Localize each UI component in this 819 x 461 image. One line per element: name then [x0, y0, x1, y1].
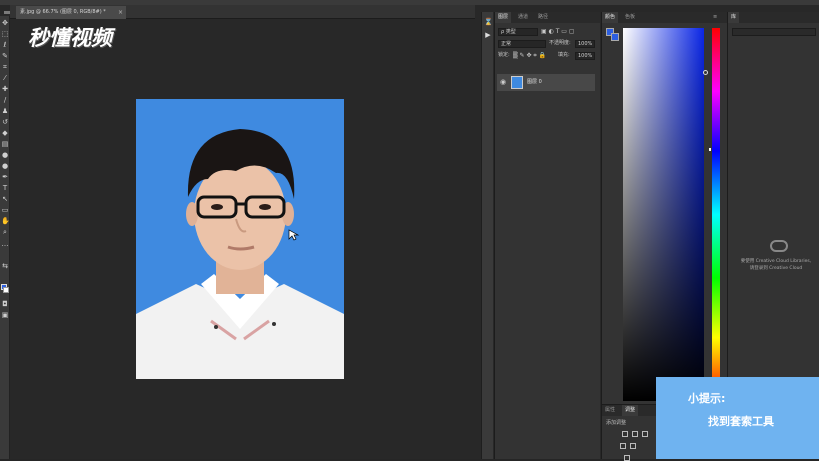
- lasso-tool-icon[interactable]: ℓ: [1, 41, 9, 49]
- creative-cloud-icon: [770, 240, 788, 252]
- history-brush-tool-icon[interactable]: ↺: [1, 118, 9, 126]
- lasso-cursor-icon: [288, 229, 300, 241]
- photoshop-window: ✥ ⬚ ℓ ✎ ⌗ ⁄ ✚ / ♟ ↺ ◆ ▤ ● ● ✒ T ↖ ▭ ✋ ⌕ …: [0, 0, 819, 461]
- marquee-tool-icon[interactable]: ⬚: [1, 30, 9, 38]
- opacity-label: 不透明度:: [549, 40, 571, 46]
- tip-title: 小提示:: [688, 392, 726, 405]
- eyedropper-tool-icon[interactable]: ⁄: [1, 74, 9, 82]
- portrait-image: [136, 99, 344, 379]
- invert-icon[interactable]: [624, 455, 630, 461]
- library-signin-message: 要使用 Creative Cloud Libraries, 请登录到 Creat…: [734, 258, 818, 272]
- layers-panel-tabs: 图层 通道 路径: [495, 12, 600, 23]
- layer-name[interactable]: 图层 0: [527, 78, 542, 85]
- hand-tool-icon[interactable]: ✋: [1, 217, 10, 225]
- blend-mode-select[interactable]: 正常: [498, 40, 546, 48]
- path-select-tool-icon[interactable]: ↖: [1, 195, 9, 203]
- watermark-logo: 秒懂视频: [28, 26, 112, 50]
- hue-saturation-icon[interactable]: [620, 443, 626, 449]
- stamp-tool-icon[interactable]: ♟: [1, 107, 9, 115]
- brightness-icon[interactable]: [622, 431, 628, 437]
- quick-mask-icon[interactable]: ◘: [1, 300, 9, 308]
- close-icon[interactable]: ×: [118, 6, 123, 19]
- tip-body: 找到套索工具: [708, 415, 774, 428]
- eraser-tool-icon[interactable]: ◆: [1, 129, 9, 137]
- tools-panel: ✥ ⬚ ℓ ✎ ⌗ ⁄ ✚ / ♟ ↺ ◆ ▤ ● ● ✒ T ↖ ▭ ✋ ⌕ …: [0, 16, 10, 459]
- document-tab-bar: 素.jpg @ 66.7% (图层 0, RGB/8#) * ×: [10, 5, 475, 19]
- zoom-tool-icon[interactable]: ⌕: [1, 228, 9, 236]
- tab-libraries[interactable]: 库: [728, 12, 740, 23]
- library-panel-tabs: 库: [728, 12, 819, 23]
- history-icon[interactable]: ⌛: [484, 18, 493, 26]
- move-tool-icon[interactable]: ✥: [1, 19, 9, 27]
- fill-label: 填充:: [558, 52, 570, 58]
- tab-swatches[interactable]: 色板: [622, 12, 638, 23]
- layer-row[interactable]: ◉ 图层 0: [497, 74, 595, 91]
- swap-colors-icon[interactable]: ⇆: [1, 262, 9, 270]
- shape-tool-icon[interactable]: ▭: [1, 206, 9, 214]
- document-tab-label: 素.jpg @ 66.7% (图层 0, RGB/8#) *: [20, 9, 106, 15]
- lock-icons[interactable]: ▒ ✎ ✥ ⌗ 🔒: [513, 51, 546, 60]
- tab-layers[interactable]: 图层: [495, 12, 512, 23]
- panel-icon-strip: ⌛ ▶: [481, 12, 493, 459]
- add-adjustment-label: 添加调整: [606, 420, 627, 426]
- color-field[interactable]: [623, 28, 708, 401]
- library-message-line2: 请登录到 Creative Cloud: [749, 266, 803, 271]
- canvas-area[interactable]: [11, 19, 481, 459]
- tab-paths[interactable]: 路径: [535, 12, 551, 23]
- layers-panel: 图层 通道 路径 ρ 类型 ▣ ◐ T ▭ ▢ 正常 不透明度: 100% 锁定…: [494, 12, 600, 459]
- tab-adjustments[interactable]: 调整: [622, 405, 639, 416]
- tab-properties[interactable]: 属性: [602, 405, 618, 416]
- visibility-eye-icon[interactable]: ◉: [500, 78, 506, 86]
- background-color-chip[interactable]: [611, 33, 619, 41]
- opacity-input[interactable]: 100%: [575, 40, 595, 48]
- tab-channels[interactable]: 通道: [515, 12, 531, 23]
- type-tool-icon[interactable]: T: [1, 184, 9, 192]
- tip-box: 小提示: 找到套索工具: [656, 377, 819, 459]
- fill-input[interactable]: 100%: [575, 52, 595, 60]
- dodge-tool-icon[interactable]: ●: [1, 162, 9, 170]
- healing-tool-icon[interactable]: ✚: [1, 85, 9, 93]
- color-panel-tabs: 颜色 色板 ≡: [602, 12, 727, 23]
- color-balance-icon[interactable]: [630, 443, 636, 449]
- panel-menu-icon[interactable]: ≡: [710, 12, 720, 23]
- play-icon[interactable]: ▶: [484, 31, 492, 39]
- library-search-input[interactable]: [732, 28, 816, 36]
- gradient-tool-icon[interactable]: ▤: [1, 140, 9, 148]
- layer-thumbnail: [511, 76, 523, 89]
- library-message-line1: 要使用 Creative Cloud Libraries,: [740, 259, 812, 264]
- blur-tool-icon[interactable]: ●: [1, 151, 9, 159]
- crop-tool-icon[interactable]: ⌗: [1, 63, 9, 71]
- color-panel: 颜色 色板 ≡: [601, 12, 727, 404]
- brush-tool-icon[interactable]: /: [1, 96, 9, 104]
- levels-icon[interactable]: [632, 431, 638, 437]
- lock-label: 锁定:: [498, 52, 510, 58]
- document-tab[interactable]: 素.jpg @ 66.7% (图层 0, RGB/8#) * ×: [16, 6, 126, 19]
- hue-slider[interactable]: [712, 28, 720, 401]
- color-picker-marker[interactable]: [703, 70, 708, 75]
- id-photo[interactable]: [136, 99, 344, 379]
- curves-icon[interactable]: [642, 431, 648, 437]
- background-color-swatch[interactable]: [3, 287, 9, 293]
- tab-color[interactable]: 颜色: [602, 12, 619, 23]
- more-tools-icon[interactable]: …: [1, 240, 9, 248]
- hue-slider-handle[interactable]: [709, 148, 711, 151]
- screen-mode-icon[interactable]: ▣: [1, 311, 9, 319]
- pen-tool-icon[interactable]: ✒: [1, 173, 9, 181]
- quick-select-tool-icon[interactable]: ✎: [1, 52, 9, 60]
- layer-filter-select[interactable]: ρ 类型: [498, 28, 538, 36]
- filter-icons[interactable]: ▣ ◐ T ▭ ▢: [541, 27, 575, 36]
